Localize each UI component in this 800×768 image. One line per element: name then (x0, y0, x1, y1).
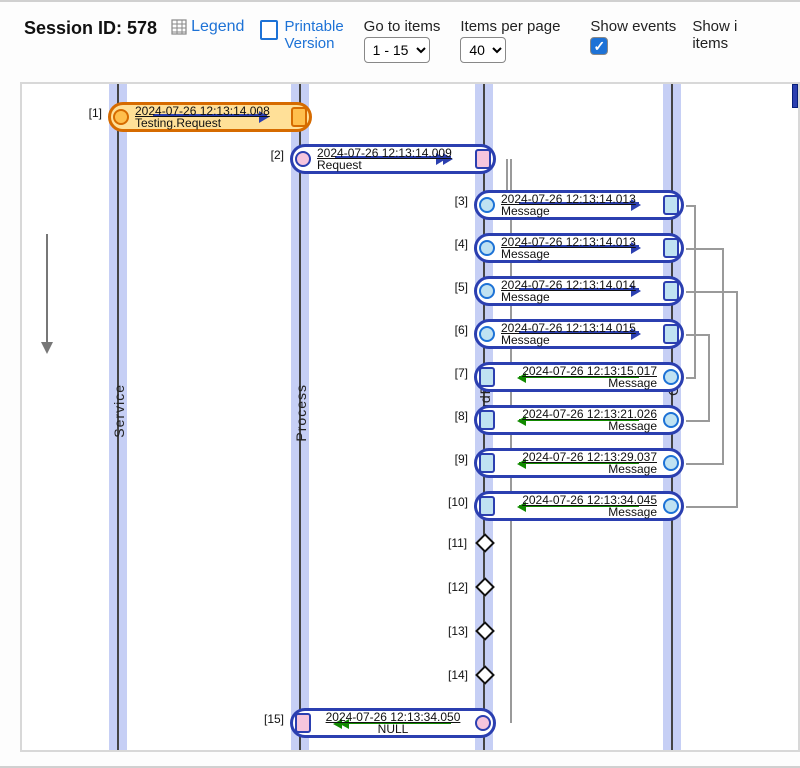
endpoint-circle-icon (477, 322, 497, 346)
message-label: Testing.Request (135, 117, 285, 129)
message-label: NULL (317, 723, 469, 735)
endpoint-square-icon (661, 322, 681, 346)
message-row[interactable]: [10]2024-07-26 12:13:34.045Message (474, 491, 684, 521)
message-row[interactable]: [9]2024-07-26 12:13:29.037Message (474, 448, 684, 478)
message-label: Message (501, 334, 657, 346)
message-row[interactable]: [8]2024-07-26 12:13:21.026Message (474, 405, 684, 435)
message-row[interactable]: [3]2024-07-26 12:13:14.013Message (474, 190, 684, 220)
message-row[interactable]: [2]2024-07-26 12:13:14.009Request (290, 144, 496, 174)
goto-items-select[interactable]: 1 - 15 (364, 37, 430, 63)
show-items-label: Show i items (692, 18, 737, 52)
message-label: Message (501, 506, 657, 518)
endpoint-circle-icon (661, 408, 681, 432)
message-body: 2024-07-26 12:13:14.015Message (497, 322, 661, 346)
row-index: [9] (455, 452, 468, 466)
goto-items-label: Go to items (364, 18, 441, 35)
endpoint-square-icon (661, 236, 681, 260)
row-index: [7] (455, 366, 468, 380)
endpoint-circle-icon (661, 494, 681, 518)
endpoint-square-icon (473, 147, 493, 171)
message-body: 2024-07-26 12:13:29.037Message (497, 451, 661, 475)
message-row[interactable]: [7]2024-07-26 12:13:15.017Message (474, 362, 684, 392)
printable-label: Printable Version (284, 18, 343, 52)
endpoint-square-icon (477, 408, 497, 432)
legend-label: Legend (191, 18, 244, 36)
page-icon (260, 20, 278, 40)
printable-link[interactable]: Printable Version (260, 18, 343, 52)
message-body: 2024-07-26 12:13:14.008Testing.Request (131, 105, 289, 129)
show-events-checkbox[interactable]: ✓ (590, 37, 608, 55)
message-label: Message (501, 205, 657, 217)
message-row[interactable]: [6]2024-07-26 12:13:14.015Message (474, 319, 684, 349)
items-per-page-select[interactable]: 40 (460, 37, 506, 63)
endpoint-square-icon (289, 105, 309, 129)
endpoint-circle-icon (477, 193, 497, 217)
row-index: [8] (455, 409, 468, 423)
endpoint-circle-icon (473, 711, 493, 735)
endpoint-circle-icon (661, 365, 681, 389)
message-body: 2024-07-26 12:13:14.013Message (497, 236, 661, 260)
message-row[interactable]: [4]2024-07-26 12:13:14.013Message (474, 233, 684, 263)
items-per-page-label: Items per page (460, 18, 560, 35)
endpoint-square-icon (477, 451, 497, 475)
row-index: [3] (455, 194, 468, 208)
endpoint-circle-icon (477, 236, 497, 260)
row-index: [15] (264, 712, 284, 726)
row-index: [1] (89, 106, 102, 120)
row-index: [2] (271, 148, 284, 162)
message-body: 2024-07-26 12:13:15.017Message (497, 365, 661, 389)
message-label: Message (501, 248, 657, 260)
table-icon (171, 19, 187, 35)
endpoint-square-icon (477, 365, 497, 389)
time-arrow-icon (46, 234, 48, 344)
message-label: Message (501, 377, 657, 389)
message-label: Message (501, 420, 657, 432)
lane-label-process: Process (293, 384, 309, 442)
sequence-diagram: ServiceProcessMndPO[1]2024-07-26 12:13:1… (20, 82, 800, 752)
endpoint-circle-icon (293, 147, 313, 171)
message-label: Message (501, 291, 657, 303)
message-body: 2024-07-26 12:13:14.014Message (497, 279, 661, 303)
message-label: Request (317, 159, 469, 171)
row-index: [4] (455, 237, 468, 251)
endpoint-square-icon (293, 711, 313, 735)
endpoint-square-icon (477, 494, 497, 518)
endpoint-square-icon (661, 193, 681, 217)
session-id: Session ID: 578 (24, 18, 157, 39)
message-body: 2024-07-26 12:13:34.045Message (497, 494, 661, 518)
endpoint-circle-icon (111, 105, 131, 129)
lane-label-service: Service (111, 384, 127, 438)
message-body: 2024-07-26 12:13:14.013Message (497, 193, 661, 217)
endpoint-circle-icon (477, 279, 497, 303)
row-index: [6] (455, 323, 468, 337)
message-body: 2024-07-26 12:13:14.009Request (313, 147, 473, 171)
endpoint-square-icon (661, 279, 681, 303)
message-body: 2024-07-26 12:13:34.050NULL (313, 711, 473, 735)
message-row[interactable]: [5]2024-07-26 12:13:14.014Message (474, 276, 684, 306)
legend-link[interactable]: Legend (171, 18, 244, 36)
message-row[interactable]: [1]2024-07-26 12:13:14.008Testing.Reques… (108, 102, 312, 132)
message-label: Message (501, 463, 657, 475)
row-index: [5] (455, 280, 468, 294)
show-events-label: Show events (590, 18, 676, 35)
message-body: 2024-07-26 12:13:21.026Message (497, 408, 661, 432)
row-index: [10] (448, 495, 468, 509)
message-row[interactable]: [15]2024-07-26 12:13:34.050NULL (290, 708, 496, 738)
scroll-handle[interactable] (792, 84, 798, 108)
endpoint-circle-icon (661, 451, 681, 475)
